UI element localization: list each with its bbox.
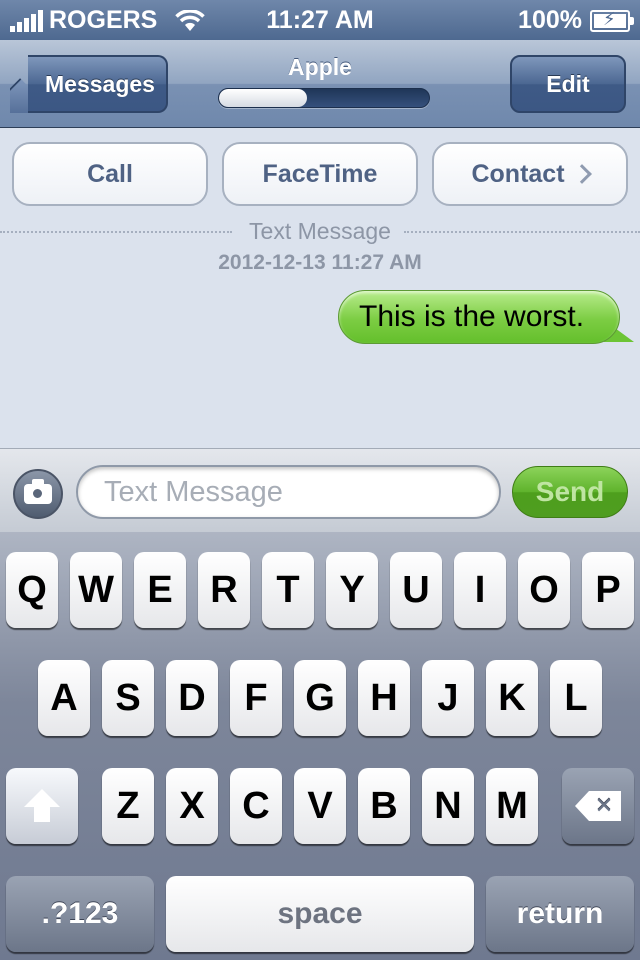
key-v[interactable]: V <box>294 768 346 844</box>
contact-label: Contact <box>471 159 565 188</box>
key-n[interactable]: N <box>422 768 474 844</box>
send-progress-bar <box>218 88 430 108</box>
call-button[interactable]: Call <box>12 142 208 206</box>
status-bar: ROGERS 11:27 AM 100% ⚡ <box>0 0 640 40</box>
delete-icon: ✕ <box>575 791 621 821</box>
navigation-bar: Messages Apple Edit <box>0 40 640 128</box>
key-p[interactable]: P <box>582 552 634 628</box>
key-u[interactable]: U <box>390 552 442 628</box>
send-progress-fill <box>219 89 308 107</box>
key-g[interactable]: G <box>294 660 346 736</box>
contact-actions: Call FaceTime Contact <box>12 142 628 206</box>
key-e[interactable]: E <box>134 552 186 628</box>
charging-bolt-icon: ⚡ <box>603 8 616 29</box>
call-label: Call <box>87 159 133 188</box>
battery-icon: ⚡ <box>590 8 634 32</box>
return-key[interactable]: return <box>486 876 634 952</box>
facetime-label: FaceTime <box>262 159 378 188</box>
edit-button[interactable]: Edit <box>510 55 626 113</box>
key-k[interactable]: K <box>486 660 538 736</box>
key-c[interactable]: C <box>230 768 282 844</box>
camera-button[interactable] <box>13 469 63 519</box>
key-h[interactable]: H <box>358 660 410 736</box>
facetime-button[interactable]: FaceTime <box>222 142 418 206</box>
message-type-label: Text Message <box>239 218 401 244</box>
signal-bars-icon <box>10 9 43 32</box>
key-w[interactable]: W <box>70 552 122 628</box>
shift-arrow-icon <box>24 789 60 823</box>
delete-key[interactable]: ✕ <box>562 768 634 844</box>
message-type-divider: Text Message <box>0 218 640 245</box>
key-f[interactable]: F <box>230 660 282 736</box>
message-text-field[interactable]: Text Message <box>76 465 501 519</box>
key-d[interactable]: D <box>166 660 218 736</box>
status-left: ROGERS <box>10 6 206 35</box>
message-placeholder: Text Message <box>104 475 283 508</box>
message-timestamp: 2012-12-13 11:27 AM <box>218 251 422 274</box>
status-right: 100% ⚡ <box>518 6 634 35</box>
key-o[interactable]: O <box>518 552 570 628</box>
key-j[interactable]: J <box>422 660 474 736</box>
key-s[interactable]: S <box>102 660 154 736</box>
carrier-label: ROGERS <box>49 6 158 34</box>
key-i[interactable]: I <box>454 552 506 628</box>
numbers-key[interactable]: .?123 <box>6 876 154 952</box>
message-text: This is the worst. <box>359 300 585 333</box>
key-r[interactable]: R <box>198 552 250 628</box>
camera-icon <box>24 479 52 504</box>
key-b[interactable]: B <box>358 768 410 844</box>
key-x[interactable]: X <box>166 768 218 844</box>
outgoing-message-bubble[interactable]: This is the worst. <box>338 290 620 344</box>
key-y[interactable]: Y <box>326 552 378 628</box>
battery-percent: 100% <box>518 6 582 34</box>
key-z[interactable]: Z <box>102 768 154 844</box>
wifi-icon <box>175 9 206 31</box>
key-q[interactable]: Q <box>6 552 58 628</box>
contact-button[interactable]: Contact <box>432 142 628 206</box>
key-a[interactable]: A <box>38 660 90 736</box>
message-input-bar: Text Message Send <box>0 448 640 532</box>
shift-key[interactable] <box>6 768 78 844</box>
chevron-right-icon <box>571 164 592 184</box>
key-m[interactable]: M <box>486 768 538 844</box>
send-button[interactable]: Send <box>512 466 628 518</box>
key-l[interactable]: L <box>550 660 602 736</box>
space-key[interactable]: space <box>166 876 474 952</box>
key-t[interactable]: T <box>262 552 314 628</box>
keyboard: QWERTYUIOP ASDFGHJKL ZXCVBNM ✕ .?123 spa… <box>0 532 640 960</box>
